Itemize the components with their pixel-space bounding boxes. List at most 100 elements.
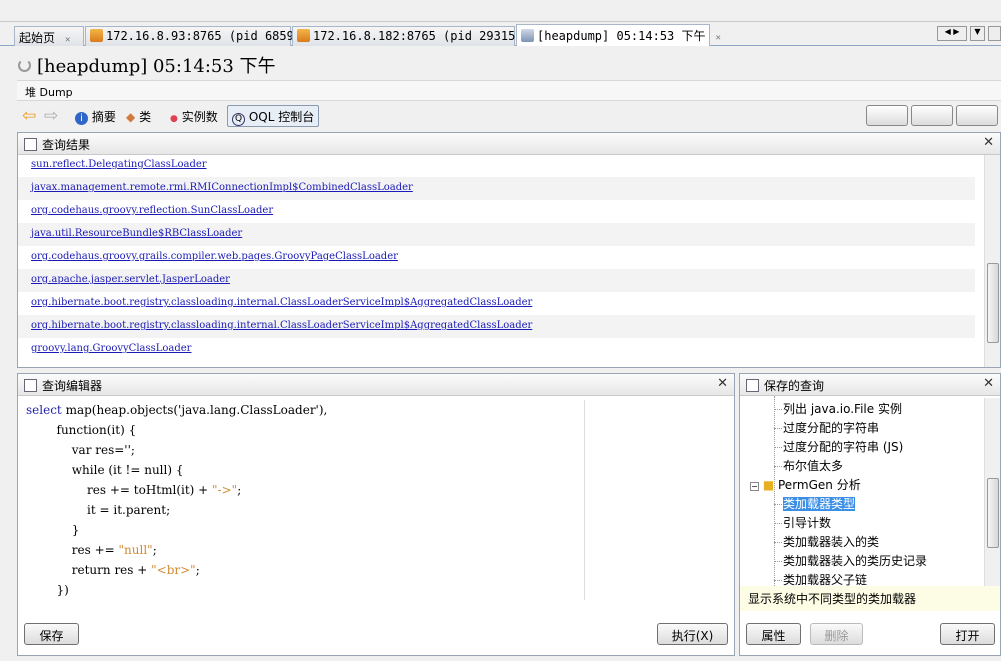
tree-item-label: 过度分配的字符串 (JS) — [783, 440, 904, 454]
panel-title: 保存的查询 — [764, 379, 825, 393]
code-line: res += toHtml(it) + "->"; — [26, 480, 734, 500]
result-row: sun.reflect.DelegatingClassLoader — [18, 154, 975, 177]
tree-item[interactable]: 布尔值太多 — [783, 457, 843, 476]
classloader-link[interactable]: org.codehaus.groovy.grails.compiler.web.… — [31, 251, 398, 262]
results-list: sun.reflect.DelegatingClassLoader javax.m… — [18, 154, 975, 361]
oql-label: OQL 控制台 — [248, 110, 315, 124]
scroll-thumb[interactable] — [987, 263, 999, 343]
result-row: org.codehaus.groovy.grails.compiler.web.… — [18, 246, 975, 269]
code-line: } — [26, 520, 734, 540]
tab-list-dropdown[interactable]: ▼ — [970, 26, 985, 41]
tree-item-label: 引导计数 — [783, 516, 832, 530]
heapdump-icon — [521, 29, 534, 42]
tree-guide — [774, 580, 782, 581]
info-icon: i — [75, 112, 88, 125]
saved-queries-icon — [746, 379, 759, 392]
code-text: it = it.parent; — [26, 503, 171, 517]
toolbar: ⇦ ⇨ i 摘要 ◆ 类 ● 实例数 Q OQL 控制台 — [17, 103, 1001, 128]
close-icon[interactable]: ✕ — [983, 376, 994, 391]
tree-item[interactable]: 类加载器装入的类历史记录 — [783, 552, 927, 571]
tree-scrollbar[interactable] — [984, 398, 1000, 586]
tab-strip: 起始页✕ 172.16.8.93:8765 (pid 6859)✕ 172.16… — [0, 24, 1001, 46]
classloader-link[interactable]: org.codehaus.groovy.reflection.SunClassL… — [31, 205, 273, 216]
scroll-thumb[interactable] — [987, 478, 999, 548]
top-bar — [0, 0, 1001, 22]
editor-icon — [24, 379, 37, 392]
code-line: function(it) { — [26, 420, 734, 440]
classloader-link[interactable]: javax.management.remote.rmi.RMIConnectio… — [31, 182, 413, 193]
tree-item[interactable]: 列出 java.io.File 实例 — [783, 400, 902, 419]
tree-item[interactable]: 引导计数 — [783, 514, 831, 533]
open-button[interactable]: 打开 — [940, 623, 995, 645]
properties-button[interactable]: 属性 — [746, 623, 801, 645]
code-text: map(heap.objects('java.lang.ClassLoader'… — [61, 403, 328, 417]
code-text: ; — [237, 483, 242, 497]
tree-guide — [774, 542, 782, 543]
tree-item[interactable]: 类加载器类型 — [783, 495, 856, 514]
back-arrow-icon[interactable]: ⇦ — [20, 103, 38, 126]
code-text: ; — [152, 543, 157, 557]
classloader-link[interactable]: org.apache.jasper.servlet.JasperLoader — [31, 274, 230, 285]
classloader-link[interactable]: org.hibernate.boot.registry.classloading… — [31, 320, 532, 331]
code-text: res += — [26, 543, 119, 557]
panel-title: 查询编辑器 — [42, 379, 103, 393]
result-row: javax.management.remote.rmi.RMIConnectio… — [18, 177, 975, 200]
results-scrollbar[interactable] — [984, 155, 1000, 367]
close-icon[interactable]: ✕ — [65, 35, 70, 45]
code-text: while (it != null) { — [26, 463, 184, 477]
close-icon[interactable]: ✕ — [983, 135, 994, 150]
tab-jmx-2[interactable]: 172.16.8.182:8765 (pid 29315)✕ — [292, 26, 538, 46]
result-row: org.apache.jasper.servlet.JasperLoader — [18, 269, 975, 292]
save-button[interactable]: 保存 — [24, 623, 79, 645]
code-text: var res=''; — [26, 443, 135, 457]
code-line: var res=''; — [26, 440, 734, 460]
saved-view-button[interactable] — [956, 105, 998, 126]
classloader-link[interactable]: sun.reflect.DelegatingClassLoader — [31, 159, 207, 170]
tree-guide — [774, 561, 782, 562]
panel-title: 查询结果 — [42, 138, 91, 152]
collapse-icon[interactable]: − — [750, 482, 759, 491]
delete-button[interactable]: 删除 — [810, 623, 863, 645]
folder-icon: ■ — [762, 478, 775, 492]
close-icon[interactable]: ✕ — [716, 33, 721, 43]
tree-item[interactable]: 类加载器装入的类 — [783, 533, 879, 552]
tab-heapdump[interactable]: [heapdump] 05:14:53 下午 ✕ — [516, 24, 721, 46]
maximize-button[interactable] — [988, 26, 1001, 41]
tree-guide — [774, 396, 775, 586]
tree-item-label: 布尔值太多 — [783, 459, 844, 473]
page-title: [heapdump] 05:14:53 下午 — [18, 52, 276, 78]
code-line: while (it != null) { — [26, 460, 734, 480]
forward-arrow-icon[interactable]: ⇨ — [42, 103, 60, 126]
query-view-button[interactable] — [911, 105, 953, 126]
classloader-link[interactable]: org.hibernate.boot.registry.classloading… — [31, 297, 532, 308]
tab-jmx-1[interactable]: 172.16.8.93:8765 (pid 6859)✕ — [85, 26, 317, 46]
classes-label: 类 — [139, 110, 152, 124]
tree-guide — [774, 466, 782, 467]
classloader-link[interactable]: java.util.ResourceBundle$RBClassLoader — [31, 228, 242, 239]
keyword: select — [26, 403, 62, 417]
classes-button[interactable]: ◆ 类 — [124, 105, 153, 127]
instances-button[interactable]: ● 实例数 — [168, 105, 220, 127]
classloader-link[interactable]: groovy.lang.GroovyClassLoader — [31, 343, 191, 354]
oql-code-editor[interactable]: select map(heap.objects('java.lang.Class… — [18, 396, 734, 600]
tree-guide — [774, 409, 782, 410]
tab-label: 172.16.8.93:8765 (pid 6859) — [106, 29, 302, 43]
code-text: return res + — [26, 563, 152, 577]
tab-start-page[interactable]: 起始页 ✕ — [14, 26, 84, 46]
summary-button[interactable]: i 摘要 — [73, 105, 118, 127]
tab-scroll-buttons[interactable]: ◀ ▶ — [937, 26, 967, 41]
code-text: ; — [195, 563, 200, 577]
tree-item-label: 类加载器装入的类 — [783, 535, 880, 549]
tree-folder[interactable]: − ■ PermGen 分析 — [750, 476, 861, 495]
string-literal: "->" — [212, 483, 238, 497]
results-view-button[interactable] — [866, 105, 908, 126]
oql-console-button[interactable]: Q OQL 控制台 — [227, 105, 320, 127]
tree-item-label: 类加载器类型 — [783, 497, 856, 511]
string-literal: "null" — [118, 543, 153, 557]
run-button[interactable]: 执行(X) — [657, 623, 728, 645]
tree-guide — [774, 523, 782, 524]
close-icon[interactable]: ✕ — [717, 376, 728, 391]
tree-item[interactable]: 过度分配的字符串 — [783, 419, 879, 438]
tree-item[interactable]: 过度分配的字符串 (JS) — [783, 438, 903, 457]
tree-item[interactable]: 类加载器父子链 — [783, 571, 867, 586]
